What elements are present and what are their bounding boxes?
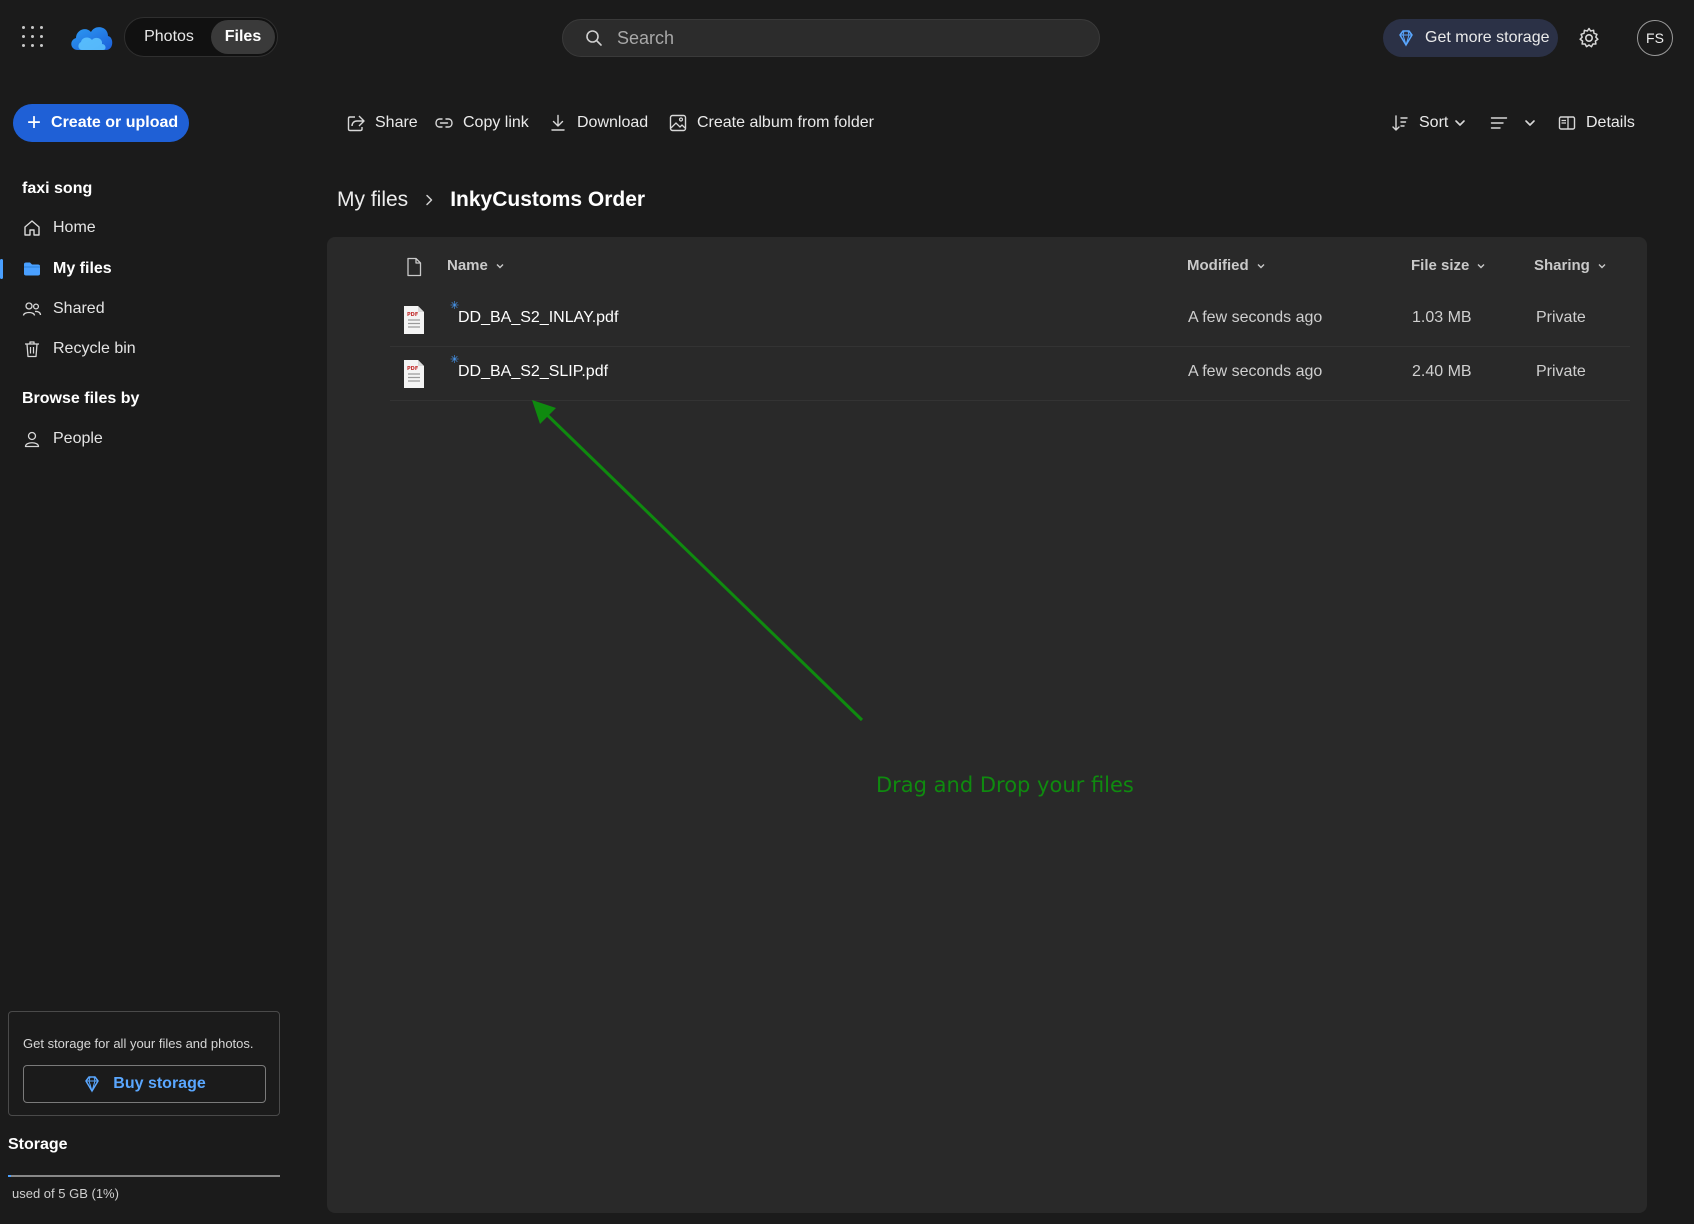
top-bar: Photos Files Get more storage FS: [0, 0, 1694, 76]
download-label: Download: [577, 114, 649, 131]
sort-button[interactable]: Sort: [1390, 108, 1466, 138]
file-name[interactable]: DD_BA_S2_SLIP.pdf: [458, 363, 608, 381]
search-input[interactable]: [617, 27, 1057, 49]
browse-files-by-heading: Browse files by: [22, 390, 140, 407]
copy-link-button[interactable]: Copy link: [434, 108, 529, 138]
chevron-down-icon: [1525, 120, 1535, 126]
people-icon: [22, 302, 42, 316]
photos-mode-button[interactable]: Photos: [127, 20, 211, 54]
pdf-file-icon: PDF: [404, 360, 424, 388]
file-size: 1.03 MB: [1412, 309, 1472, 326]
sidebar-item-label: Recycle bin: [53, 340, 136, 357]
create-album-button[interactable]: Create album from folder: [668, 108, 874, 138]
column-header-sharing[interactable]: Sharing: [1534, 257, 1607, 274]
share-button[interactable]: Share: [346, 108, 418, 138]
details-button[interactable]: Details: [1557, 108, 1635, 138]
breadcrumb-my-files[interactable]: My files: [337, 188, 408, 212]
file-sharing: Private: [1536, 363, 1586, 380]
avatar[interactable]: FS: [1637, 20, 1673, 56]
storage-promo-card: Get storage for all your files and photo…: [8, 1011, 280, 1116]
copy-link-label: Copy link: [463, 114, 529, 131]
buy-storage-button[interactable]: Buy storage: [23, 1065, 266, 1103]
breadcrumb-current-folder: InkyCustoms Order: [450, 188, 646, 211]
file-list-header: Name Modified File size Sharing: [327, 237, 1647, 295]
storage-promo-text: Get storage for all your files and photo…: [23, 1036, 254, 1051]
annotation-arrow: [532, 400, 864, 722]
sidebar-item-home[interactable]: Home: [0, 210, 300, 246]
pdf-file-icon: PDF: [404, 306, 424, 334]
trash-icon: [25, 341, 39, 358]
search-icon: [586, 30, 602, 46]
chevron-down-icon: [496, 263, 504, 268]
app-launcher-icon[interactable]: [22, 26, 44, 48]
breadcrumb: My files InkyCustoms Order: [337, 185, 645, 215]
chevron-down-icon: [1257, 263, 1265, 268]
column-header-label: Sharing: [1534, 257, 1590, 274]
onedrive-logo-icon[interactable]: [68, 20, 114, 54]
file-type-icon[interactable]: [405, 257, 423, 277]
create-album-label: Create album from folder: [697, 114, 874, 131]
buy-storage-label: Buy storage: [113, 1075, 206, 1092]
create-or-upload-label: Create or upload: [51, 114, 179, 131]
chevron-down-icon: [1477, 263, 1485, 268]
storage-progress-bar: [8, 1175, 280, 1177]
sort-icon: [1392, 115, 1408, 131]
storage-used-text[interactable]: used of 5 GB (1%): [12, 1186, 119, 1201]
sidebar-item-label: People: [53, 430, 103, 447]
onedrive-app: Photos Files Get more storage FS + Creat…: [0, 0, 1694, 1224]
file-modified: A few seconds ago: [1188, 309, 1323, 326]
list-view-icon: [1490, 117, 1508, 129]
diamond-icon: [1399, 30, 1413, 47]
download-button[interactable]: Download: [548, 108, 648, 138]
get-more-storage-button[interactable]: Get more storage: [1383, 19, 1558, 57]
annotation-text: Drag and Drop your files: [876, 773, 1134, 797]
sort-label: Sort: [1419, 114, 1449, 131]
sidebar-item-people[interactable]: People: [0, 421, 300, 457]
storage-progress-fill: [8, 1175, 11, 1177]
album-icon: [669, 114, 687, 132]
sidebar-item-shared[interactable]: Shared: [0, 291, 300, 327]
chevron-down-icon: [1455, 120, 1466, 126]
home-icon: [24, 220, 40, 236]
sidebar-item-label: Home: [53, 219, 96, 236]
file-modified: A few seconds ago: [1188, 363, 1323, 380]
get-more-storage-label: Get more storage: [1425, 29, 1550, 46]
account-name: faxi song: [22, 180, 93, 197]
link-icon: [435, 118, 453, 128]
folder-icon: [24, 262, 40, 276]
column-header-label: File size: [1411, 257, 1470, 274]
details-pane-icon: [1558, 116, 1576, 130]
search-box[interactable]: [562, 19, 1100, 57]
chevron-down-icon: [1598, 263, 1606, 268]
sidebar-item-label: My files: [53, 260, 112, 277]
gear-icon[interactable]: [1577, 26, 1601, 50]
share-label: Share: [375, 114, 418, 131]
file-sharing: Private: [1536, 309, 1586, 326]
svg-text:PDF: PDF: [407, 366, 418, 372]
download-icon: [551, 114, 565, 131]
column-header-file-size[interactable]: File size: [1411, 257, 1486, 274]
plus-icon: +: [27, 109, 42, 136]
svg-text:PDF: PDF: [407, 312, 418, 318]
column-header-label: Name: [447, 257, 488, 274]
sidebar-item-my-files[interactable]: My files: [0, 251, 300, 287]
photos-files-toggle: Photos Files: [124, 17, 278, 57]
sidebar-item-recycle-bin[interactable]: Recycle bin: [0, 331, 300, 367]
storage-heading: Storage: [8, 1136, 68, 1153]
diamond-icon: [85, 1076, 100, 1093]
share-icon: [347, 115, 365, 132]
file-name[interactable]: DD_BA_S2_INLAY.pdf: [458, 309, 618, 327]
chevron-right-icon: [426, 194, 433, 206]
column-header-label: Modified: [1187, 257, 1249, 274]
column-header-modified[interactable]: Modified: [1187, 257, 1266, 274]
details-label: Details: [1586, 114, 1635, 131]
sidebar-item-label: Shared: [53, 300, 105, 317]
file-size: 2.40 MB: [1412, 363, 1472, 380]
person-icon: [24, 431, 40, 448]
create-or-upload-button[interactable]: + Create or upload: [13, 104, 189, 142]
column-header-name[interactable]: Name: [447, 257, 505, 274]
view-options-button[interactable]: [1489, 108, 1536, 138]
files-mode-button[interactable]: Files: [211, 20, 275, 54]
table-row[interactable]: PDF ✳ DD_BA_S2_INLAY.pdf A few seconds a…: [390, 293, 1630, 347]
